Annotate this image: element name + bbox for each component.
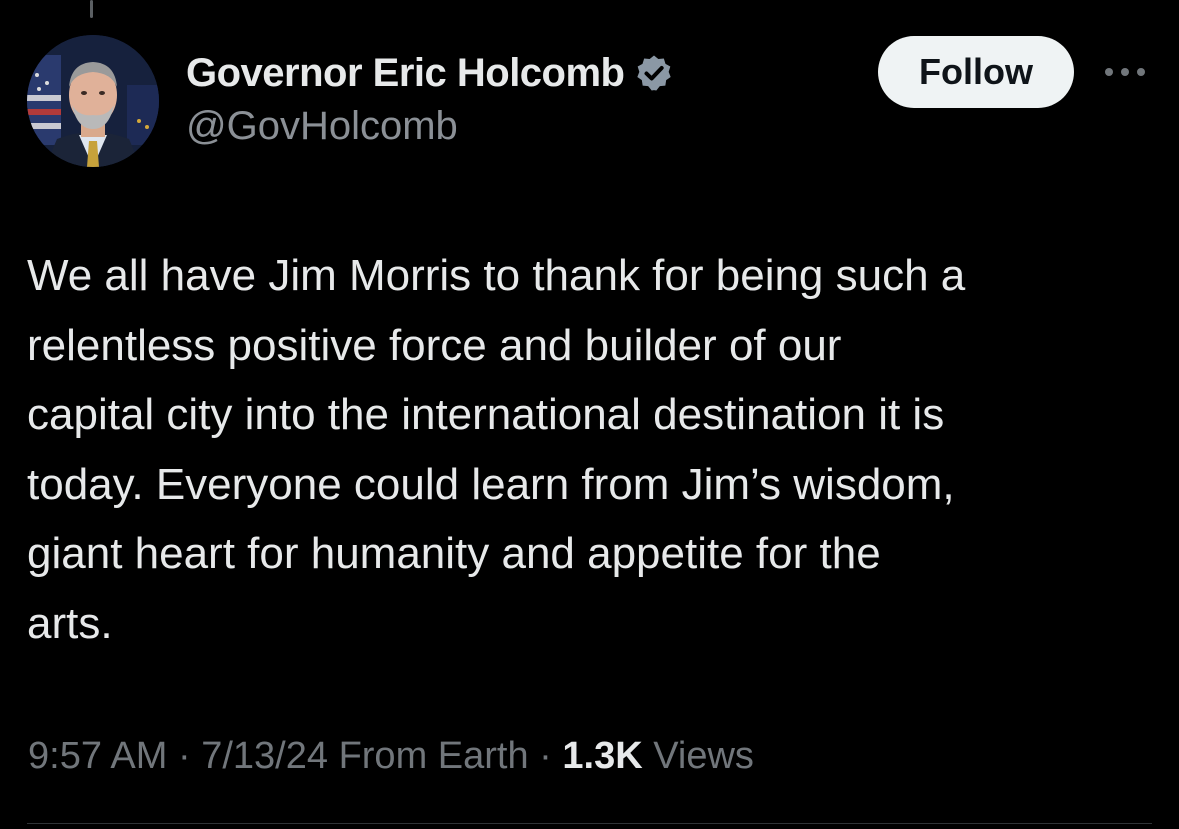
avatar-image bbox=[27, 35, 159, 167]
tweet-text-line: We all have Jim Morris to thank for bein… bbox=[27, 251, 966, 300]
tweet-text-line: capital city into the international dest… bbox=[27, 390, 945, 439]
meta-separator: · bbox=[177, 735, 191, 777]
thread-connector-line bbox=[90, 0, 93, 18]
more-options-icon[interactable] bbox=[1100, 54, 1150, 90]
views-count[interactable]: 1.3K bbox=[562, 735, 642, 777]
tweet-source: From Earth bbox=[338, 735, 529, 777]
tweet-text-line: today. Everyone could learn from Jim’s w… bbox=[27, 459, 955, 509]
views-label: Views bbox=[653, 735, 754, 777]
author-handle[interactable]: @GovHolcomb bbox=[186, 104, 458, 149]
tweet-text-line: giant heart for humanity and appetite fo… bbox=[27, 529, 881, 578]
author-name-row[interactable]: Governor Eric Holcomb bbox=[186, 48, 674, 98]
tweet-text: We all have Jim Morris to thank for bein… bbox=[27, 241, 1147, 658]
divider bbox=[27, 823, 1152, 824]
tweet-time: 9:57 AM bbox=[28, 735, 168, 777]
author-display-name[interactable]: Governor Eric Holcomb bbox=[186, 51, 625, 96]
verified-badge-icon bbox=[634, 53, 674, 93]
tweet-text-line: relentless positive force and builder of… bbox=[27, 320, 842, 370]
follow-button[interactable]: Follow bbox=[878, 36, 1074, 108]
avatar[interactable] bbox=[27, 35, 159, 167]
tweet-text-line: arts. bbox=[27, 598, 113, 648]
tweet-metadata: 9:57 AM · 7/13/24 From Earth · 1.3K View… bbox=[28, 735, 754, 778]
meta-separator: · bbox=[539, 735, 552, 777]
tweet-date: 7/13/24 bbox=[201, 735, 328, 777]
tweet-timestamp[interactable]: 9:57 AM · 7/13/24 bbox=[28, 735, 328, 777]
